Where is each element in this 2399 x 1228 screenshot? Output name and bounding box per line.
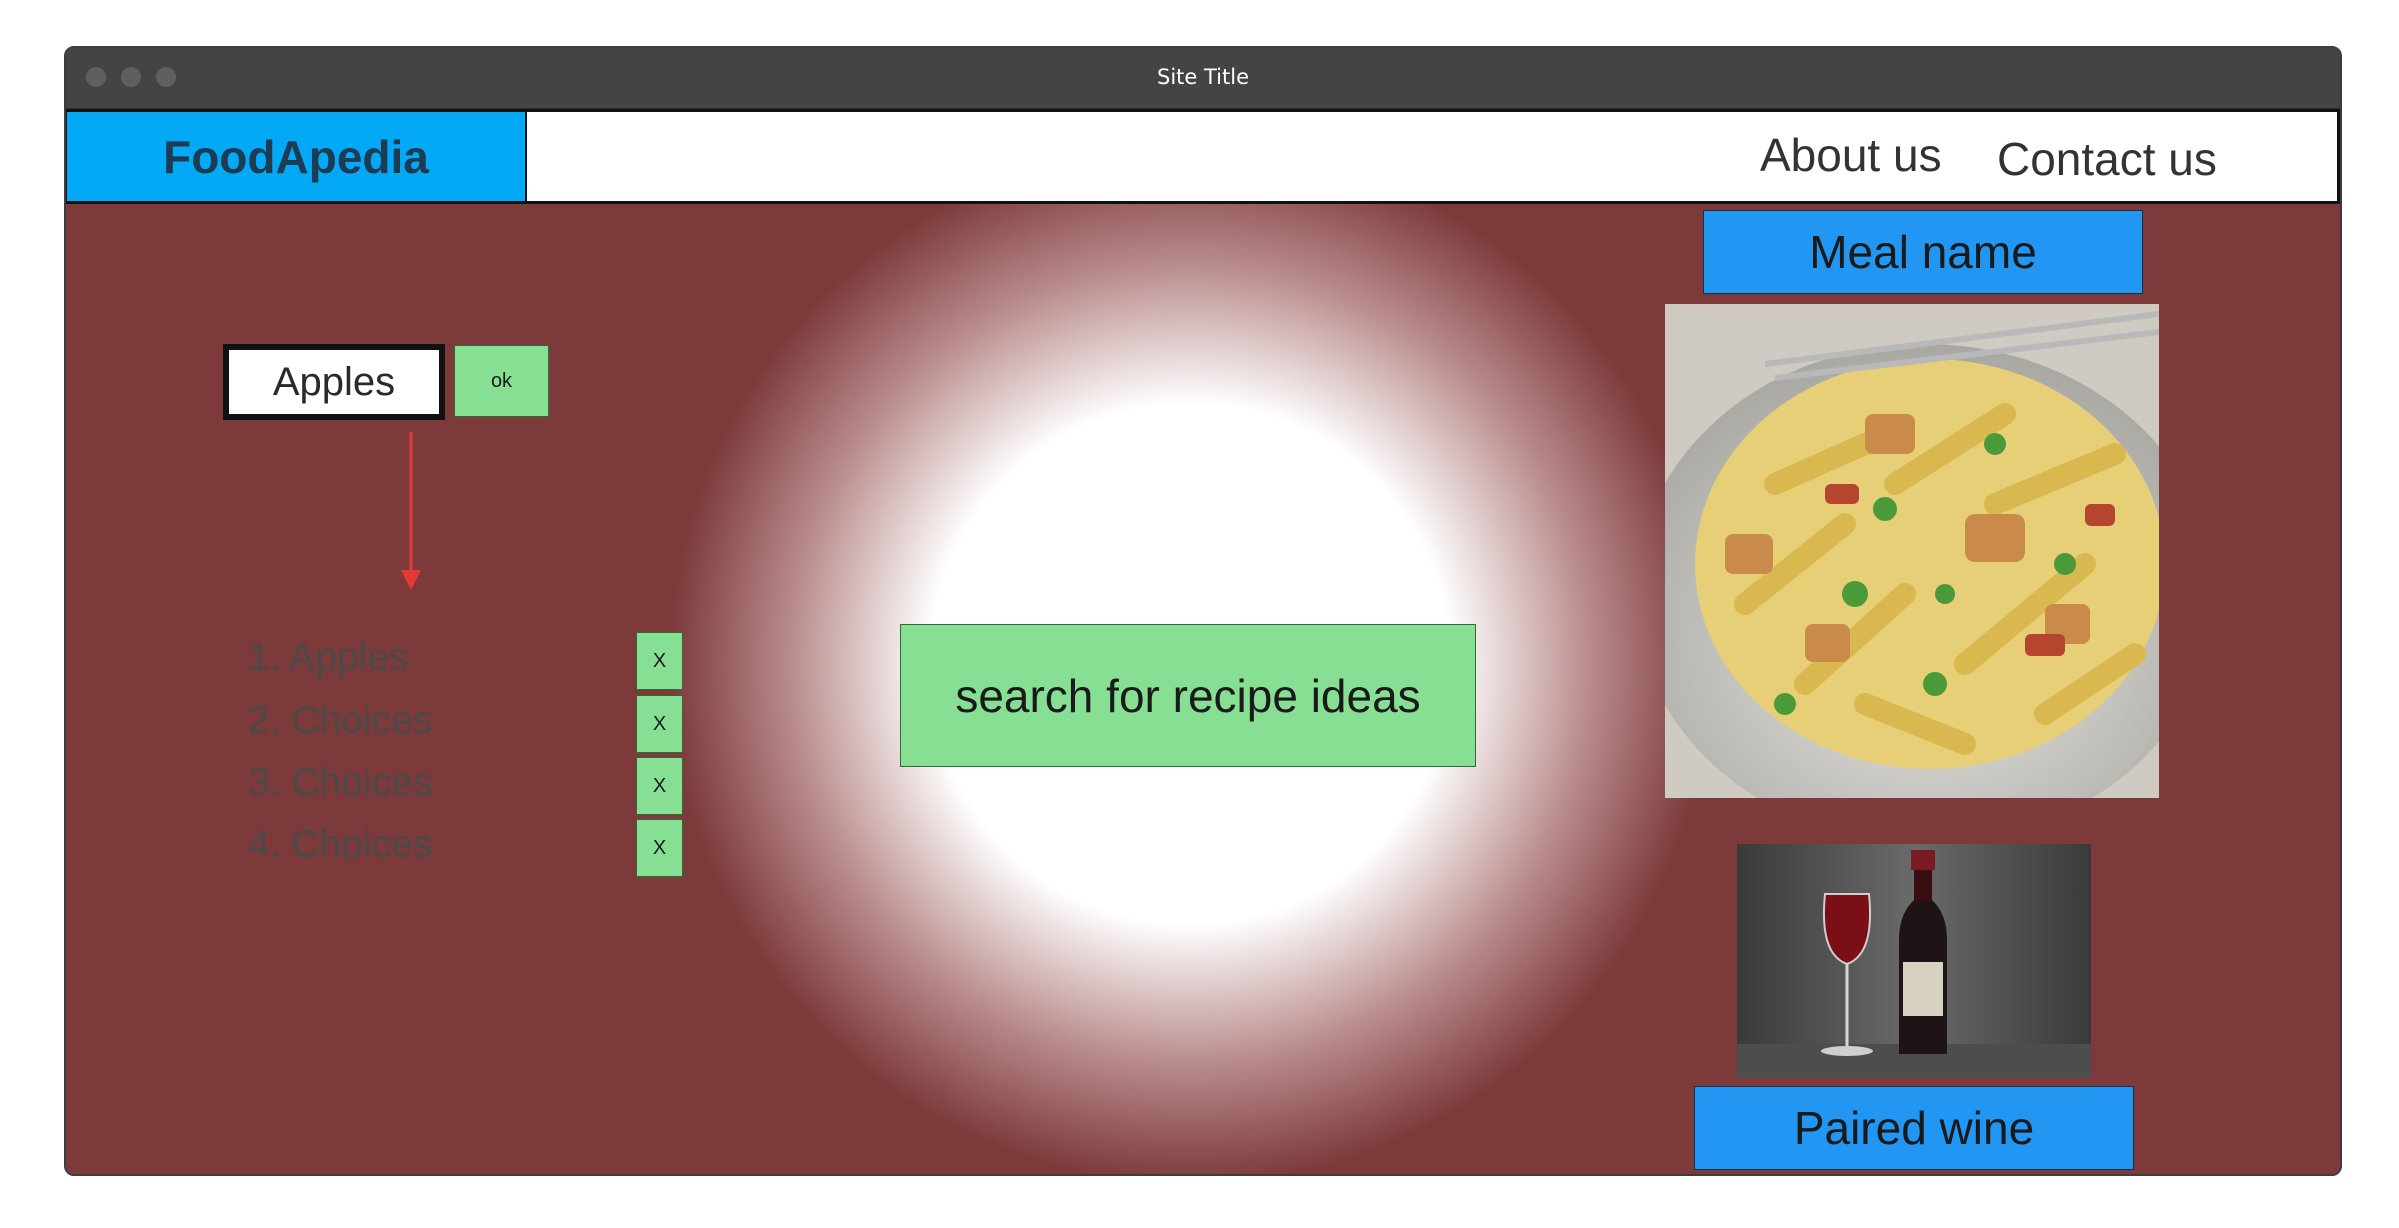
list-item: 1. Apples X: [248, 632, 683, 690]
site-navbar: FoodApedia About us Contact us: [66, 109, 2340, 204]
nav-about-us-link[interactable]: About us: [1760, 128, 1942, 182]
window-titlebar: Site Title: [66, 48, 2340, 109]
paired-wine-label: Paired wine: [1694, 1086, 2134, 1170]
remove-choice-button[interactable]: X: [636, 695, 683, 753]
brand-logo[interactable]: FoodApedia: [67, 112, 527, 201]
choice-label: 1. Apples: [248, 636, 409, 679]
window-title: Site Title: [1157, 65, 1249, 89]
list-item: 3. Choices X: [248, 757, 683, 815]
arrow-down-icon: [401, 432, 421, 590]
pasta-dish-photo-icon: [1665, 304, 2159, 798]
nav-contact-us-link[interactable]: Contact us: [1997, 132, 2217, 186]
list-item: 4. Choices X: [248, 819, 683, 877]
choice-label: 2. Choices: [248, 699, 433, 742]
browser-window: Site Title FoodApedia About us Contact u…: [64, 46, 2342, 1176]
main-content: ok 1. Apples X 2. Choices X 3. Choices X…: [66, 204, 2340, 1174]
choice-label: 3. Choices: [248, 761, 433, 804]
ingredient-input[interactable]: [223, 344, 445, 420]
choice-label: 4. Choices: [248, 823, 433, 866]
remove-choice-button[interactable]: X: [636, 819, 683, 877]
meal-name-label: Meal name: [1703, 210, 2143, 294]
list-item: 2. Choices X: [248, 695, 683, 753]
ok-button[interactable]: ok: [454, 345, 549, 417]
remove-choice-button[interactable]: X: [636, 757, 683, 815]
remove-choice-button[interactable]: X: [636, 632, 683, 690]
search-recipes-button[interactable]: search for recipe ideas: [900, 624, 1476, 767]
wine-bottle-photo-icon: [1737, 844, 2091, 1078]
